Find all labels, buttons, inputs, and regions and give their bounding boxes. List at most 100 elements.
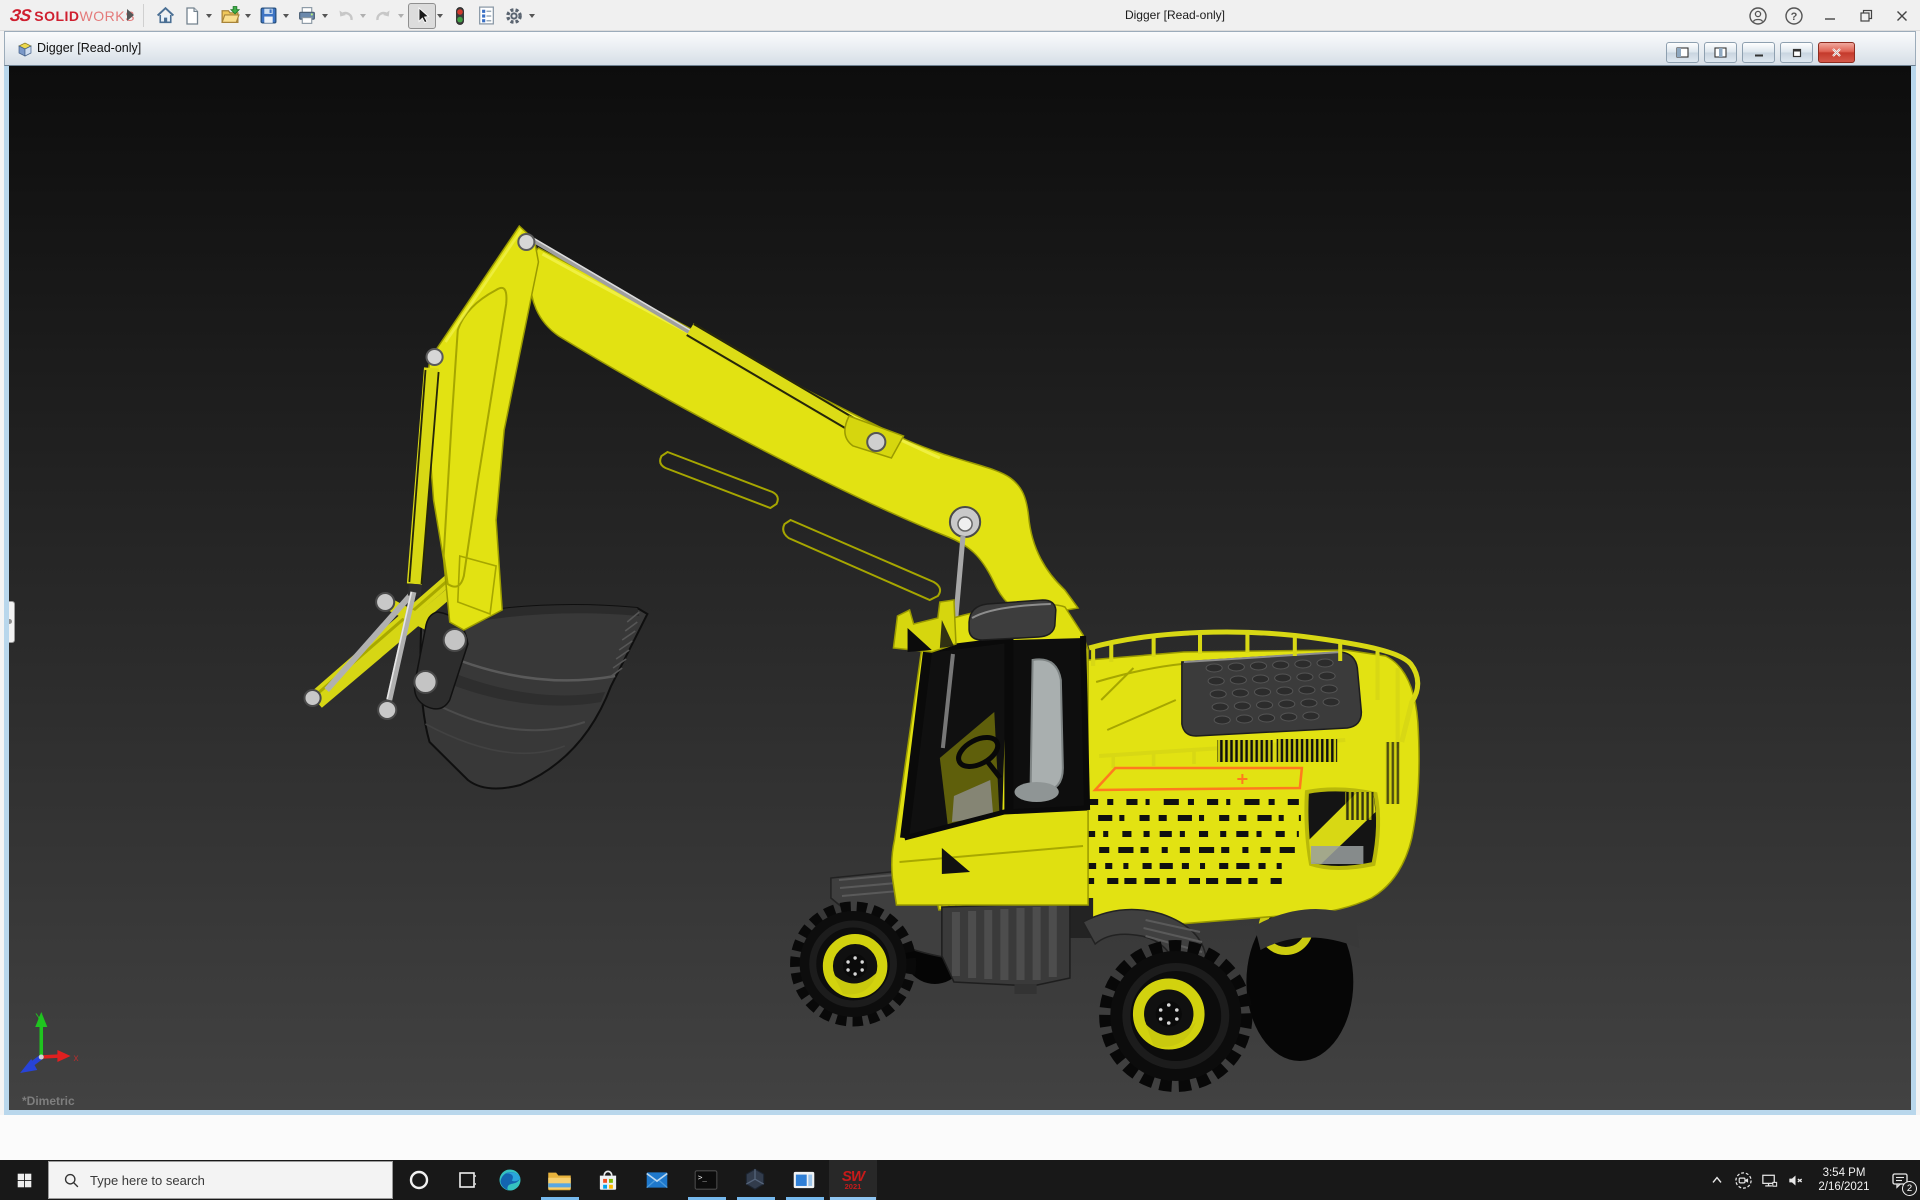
task-view-button[interactable] [443,1160,491,1200]
taskbar: Type here to search [0,1160,1920,1200]
taskbar-store[interactable] [584,1160,632,1200]
cortana-button[interactable] [395,1160,443,1200]
microsoft-store-icon [595,1167,621,1193]
dipper-arm[interactable] [426,226,539,630]
minimize-icon [1823,9,1837,23]
doc-restore-button[interactable] [1780,42,1813,63]
action-center-button[interactable]: 2 [1880,1160,1920,1200]
front-wheel[interactable] [796,907,911,1021]
doc-minimize-icon [1753,48,1765,58]
solidworks-2021-icon: SW 2021 [842,1169,864,1191]
undo-dropdown[interactable] [360,14,366,18]
rear-side-grille [1386,742,1400,804]
left-pin [427,349,443,365]
system-tray: 3:54 PM 2/16/2021 2 [1704,1160,1920,1200]
open-dropdown[interactable] [245,14,251,18]
show-left-pane-button[interactable] [1666,42,1699,63]
doc-minimize-button[interactable] [1742,42,1775,63]
taskbar-search-input[interactable]: Type here to search [48,1161,393,1199]
volume-muted-icon [1786,1171,1805,1190]
collapsed-pane-tab[interactable] [9,601,15,643]
svg-text:>_: >_ [698,1173,708,1182]
network-icon [1760,1171,1779,1190]
left-pane-icon [1676,47,1689,58]
pane-tab-dot-icon [9,619,12,624]
quick-access-toolbar [152,0,539,31]
help-icon: ? [1784,6,1804,26]
select-tool-button[interactable] [408,3,436,29]
taskbar-clock[interactable]: 3:54 PM 2/16/2021 [1812,1166,1876,1195]
taskbar-solidworks[interactable]: SW 2021 [829,1160,877,1200]
solidworks-logo: ЗS SOLID WORKS [10,0,135,31]
home-icon [155,5,176,26]
task-view-icon [457,1170,477,1190]
taskbar-window-app[interactable] [780,1160,828,1200]
tray-meet-now-button[interactable] [1730,1160,1756,1200]
search-placeholder-text: Type here to search [90,1173,205,1188]
save-button[interactable] [255,3,282,29]
minimize-button[interactable] [1812,0,1848,31]
side-grille-right [1277,739,1338,762]
file-properties-button[interactable] [473,3,500,29]
hexagon-app-icon [742,1167,768,1193]
taskbar-mail[interactable] [633,1160,681,1200]
undo-icon [335,6,356,26]
toolbar-separator [143,4,144,27]
boom[interactable] [530,248,1078,650]
model-canvas[interactable]: Y x [9,66,1911,1110]
select-tool-dropdown[interactable] [437,14,443,18]
rear-wheel[interactable] [1105,946,1246,1086]
document-body: Y x *Dimetric [4,66,1916,1115]
undo-button[interactable] [332,3,359,29]
mail-icon [644,1167,670,1193]
open-button[interactable] [216,3,244,29]
cortana-icon [408,1169,430,1191]
command-prompt-icon: >_ [693,1167,719,1193]
cab[interactable] [892,600,1088,905]
show-right-pane-button[interactable] [1704,42,1737,63]
doc-restore-icon [1791,48,1803,58]
taskbar-file-explorer[interactable] [535,1160,583,1200]
home-button[interactable] [152,3,179,29]
doc-close-button[interactable] [1818,42,1855,63]
document-title: Digger [Read-only] [37,32,141,65]
solidworks-logo-icon: ЗS [9,6,32,26]
search-icon [63,1172,80,1189]
taskbar-edge[interactable] [486,1160,534,1200]
taskbar-cmd[interactable]: >_ [682,1160,730,1200]
file-properties-icon [476,5,497,26]
notification-badge: 2 [1902,1181,1917,1196]
options-dropdown[interactable] [529,14,535,18]
right-pane-icon [1714,47,1727,58]
redo-button[interactable] [370,3,397,29]
menu-expand-arrow-icon[interactable] [127,9,134,21]
tray-network-button[interactable] [1756,1160,1782,1200]
tray-chevron-button[interactable] [1704,1160,1730,1200]
options-button[interactable] [500,3,528,29]
restore-button[interactable] [1848,0,1884,31]
new-document-dropdown[interactable] [206,14,212,18]
close-button[interactable] [1884,0,1920,31]
clock-time: 3:54 PM [1812,1166,1876,1180]
graphics-area[interactable]: Y x *Dimetric [9,66,1911,1110]
print-button[interactable] [293,3,321,29]
new-document-icon [182,6,202,26]
help-button[interactable]: ? [1776,0,1812,31]
save-icon [258,5,279,26]
print-dropdown[interactable] [322,14,328,18]
save-dropdown[interactable] [283,14,289,18]
new-document-button[interactable] [179,3,205,29]
triad-x-label: x [74,1053,79,1064]
apex-pin [518,234,534,250]
start-button[interactable] [0,1160,48,1200]
chassis-ribs-icon [956,906,1053,980]
redo-dropdown[interactable] [398,14,404,18]
document-window-controls [1666,42,1855,63]
tray-volume-button[interactable] [1782,1160,1808,1200]
document-titlebar[interactable]: Digger [Read-only] [4,31,1916,66]
orientation-triad: Y x [20,1012,78,1073]
rebuild-button[interactable] [447,3,473,29]
login-button[interactable] [1740,0,1776,31]
open-icon [219,5,241,26]
taskbar-hexagon-app[interactable] [731,1160,779,1200]
